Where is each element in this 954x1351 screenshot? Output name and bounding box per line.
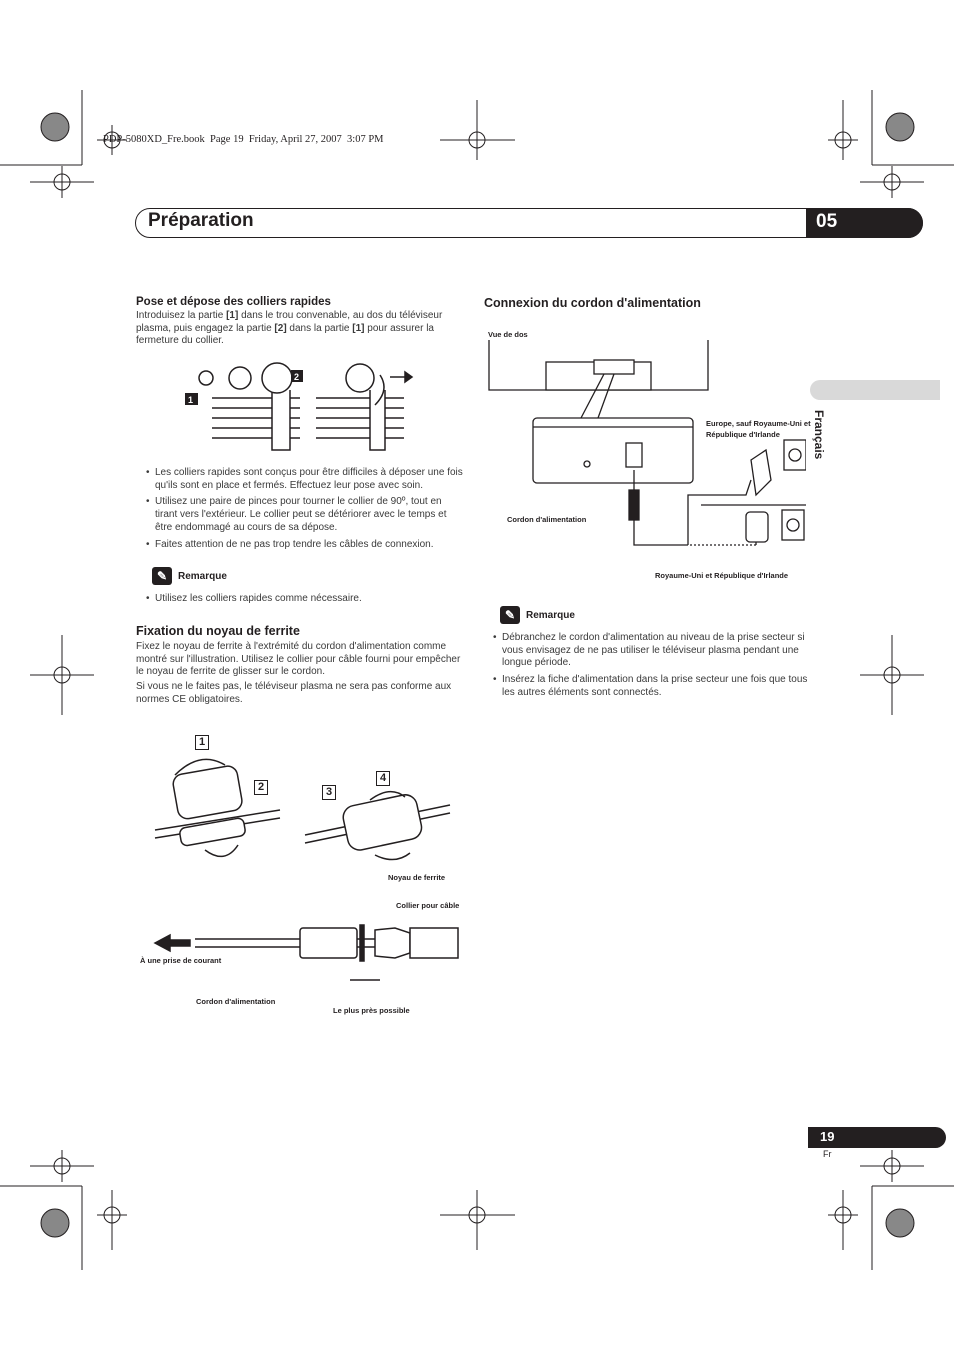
label-europe: Europe, sauf Royaume-Uni et République d… (706, 419, 811, 439)
power-connection-illustration (488, 340, 806, 546)
label-rear-view: Vue de dos (488, 330, 528, 339)
paragraph: Fixez le noyau de ferrite à l'extrémité … (136, 641, 461, 678)
pencil-note-icon: ✎ (152, 567, 172, 585)
label-as-close-as-possible: Le plus près possible (333, 1006, 410, 1015)
label-to-outlet: À une prise de courant (140, 956, 222, 965)
label-ferrite-core: Noyau de ferrite (388, 873, 446, 882)
section-ferrite: Fixation du noyau de ferrite Fixez le no… (136, 624, 461, 707)
language-tab (810, 380, 940, 400)
print-info: PDP-5080XD_Fre.book Page 19 Friday, Apri… (103, 134, 384, 145)
cable-tie-illustration: 1 2 (185, 362, 414, 451)
page-number: 19 (808, 1127, 946, 1148)
note-heading: ✎ Remarque (500, 606, 575, 624)
fig-label-1: 1 (188, 395, 193, 405)
note-bullets: Utilisez les colliers rapides comme néce… (145, 593, 463, 610)
bullet: Utilisez une paire de pinces pour tourne… (145, 496, 463, 534)
fig-label-2: 2 (294, 372, 299, 382)
bullet: Insérez la fiche d'alimentation dans la … (492, 674, 810, 699)
ferrite-core-steps-illustration: 1 2 3 4 (154, 735, 451, 861)
language-code: Fr (823, 1149, 832, 1159)
page-title: Préparation (148, 210, 254, 231)
bullet: Faites attention de ne pas trop tendre l… (145, 539, 463, 552)
section-colliers: Pose et dépose des colliers rapides Intr… (136, 296, 461, 348)
label-power-cord: Cordon d'alimentation (196, 997, 276, 1006)
note-heading: ✎ Remarque (152, 567, 227, 585)
note-title: Remarque (526, 609, 575, 621)
intro-text: Introduisez la partie [1] dans le trou c… (136, 310, 443, 347)
label-uk-ireland: Royaume-Uni et République d'Irlande (655, 571, 789, 580)
colliers-bullets: Les colliers rapides sont conçus pour êt… (145, 467, 463, 555)
pencil-note-icon: ✎ (500, 606, 520, 624)
bullet: Utilisez les colliers rapides comme néce… (145, 593, 463, 606)
section-title: Pose et dépose des colliers rapides (136, 296, 331, 308)
bullet: Les colliers rapides sont conçus pour êt… (145, 467, 463, 492)
note-title: Remarque (178, 570, 227, 582)
chapter-number: 05 (806, 208, 923, 238)
paragraph: Si vous ne le faites pas, le téléviseur … (136, 681, 452, 705)
section-title-power-cord: Connexion du cordon d'alimentation (484, 296, 701, 310)
label-cable-clamp: Collier pour câble (396, 901, 460, 910)
note-bullets: Débranchez le cordon d'alimentation au n… (492, 632, 810, 704)
label-power-cord: Cordon d'alimentation (507, 515, 587, 524)
section-title: Fixation du noyau de ferrite (136, 624, 300, 638)
bullet: Débranchez le cordon d'alimentation au n… (492, 632, 810, 670)
